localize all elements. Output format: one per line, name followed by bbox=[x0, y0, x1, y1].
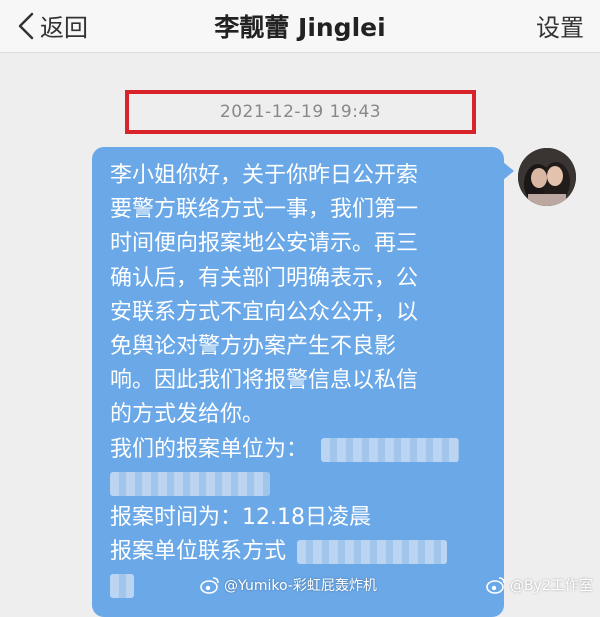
message-line: 我们的报案单位为： bbox=[110, 436, 309, 462]
weibo-logo-icon bbox=[486, 577, 505, 594]
blurred-text bbox=[297, 540, 448, 565]
message-timestamp: 2021-12-19 19:43 bbox=[219, 102, 382, 122]
bubble-tail bbox=[503, 162, 514, 180]
message-line-with-blur: 报案单位联系方式 bbox=[110, 535, 486, 569]
message-line: 确认后，有关部门明确表示，公 bbox=[110, 265, 419, 291]
message-line: 报案单位联系方式 bbox=[110, 539, 287, 565]
message-line: 响。因此我们将报警信息以私信 bbox=[110, 368, 419, 394]
message-line: 报案时间为：12.18日凌晨 bbox=[110, 505, 371, 531]
watermark-left-text: @Yumiko-彩虹屁轰炸机 bbox=[224, 578, 377, 594]
message-bubble[interactable]: 李小姐你好，关于你昨日公开索 要警方联络方式一事，我们第一 时间便向报案地公安请… bbox=[92, 147, 504, 617]
message-line: 李小姐你好，关于你昨日公开索 bbox=[110, 163, 419, 188]
watermark-right-text: @By2工作室 bbox=[510, 578, 593, 594]
watermark-left: @Yumiko-彩虹屁轰炸机 bbox=[200, 575, 377, 595]
message-line: 免舆论对警方办案产生不良影 bbox=[110, 334, 397, 360]
blurred-text bbox=[110, 574, 134, 599]
timestamp-highlight-box: 2021-12-19 19:43 bbox=[125, 90, 476, 134]
message-line: 的方式发给你。 bbox=[110, 402, 265, 428]
weibo-logo-icon bbox=[200, 577, 219, 594]
navigation-bar: 返回 李靓蕾 Jinglei 设置 bbox=[0, 0, 600, 53]
blurred-text bbox=[110, 471, 270, 496]
settings-button[interactable]: 设置 bbox=[536, 8, 584, 43]
message-line-with-blur: 我们的报案单位为： bbox=[110, 433, 486, 467]
message-line: 时间便向报案地公安请示。再三 bbox=[110, 231, 419, 257]
watermark-right: @By2工作室 bbox=[486, 575, 593, 595]
chat-title: 李靓蕾 Jinglei bbox=[214, 13, 386, 42]
message-line: 安联系方式不宜向公众公开，以 bbox=[110, 299, 419, 325]
avatar-image bbox=[518, 148, 576, 206]
blurred-text bbox=[321, 437, 460, 462]
message-line-blurred bbox=[110, 467, 486, 501]
message-line: 要警方联络方式一事，我们第一 bbox=[110, 197, 419, 223]
avatar[interactable] bbox=[518, 148, 576, 206]
